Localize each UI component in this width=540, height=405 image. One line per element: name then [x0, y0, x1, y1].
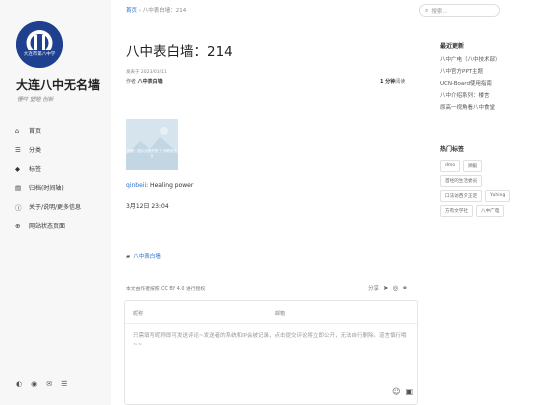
sidebar-item-label: 首页: [29, 128, 42, 135]
recent-update-link[interactable]: 八中介绍系列：楼言: [440, 90, 540, 102]
popular-tags-list: dmo 顾毅首经的生活委员 口法访西夕正足 Yuhing 方有文学社 八中广电: [440, 160, 525, 217]
tag-chip[interactable]: Yuhing: [485, 190, 511, 202]
search-box[interactable]: ⌕ 搜索...: [419, 4, 500, 17]
site-subtitle: 懂哼 望睦 创新: [17, 97, 54, 103]
sidebar-nav: ⌂ 首页 ☰ 分类 ◆ 标签 ▤ 归档(时间轴) ⓘ 关于/说明/更多信息 ⊕ 网站状态页面: [15, 121, 107, 235]
site-title[interactable]: 大连八中无名墙: [16, 76, 100, 93]
emoji-icon[interactable]: ☺: [392, 387, 400, 396]
sidebar-item-5[interactable]: ⊕ 网站状态页面: [15, 216, 107, 235]
email-field[interactable]: 邮箱: [275, 310, 285, 317]
archive-icon: ▤: [15, 183, 22, 192]
license-note: 本文由作者按照 CC BY 4.0 进行授权: [126, 287, 206, 292]
sidebar-item-label: 网站状态页面: [29, 223, 66, 230]
share-label: 分享: [368, 286, 380, 292]
search-icon: ⌕: [425, 6, 429, 14]
breadcrumb-separator: ›: [138, 8, 141, 14]
broken-image-icon: [126, 119, 178, 170]
post-published: 发表于 2023/03/11: [126, 70, 167, 75]
tag-chip[interactable]: 首经的生活委员: [440, 175, 483, 187]
post-body-author: qinbeii: Healing power: [126, 182, 193, 189]
home-icon: ⌂: [15, 126, 20, 135]
email-icon[interactable]: ✉: [46, 380, 52, 388]
weibo-icon[interactable]: ◎: [392, 284, 398, 292]
sidebar-item-label: 关于/说明/更多信息: [29, 204, 82, 211]
globe-icon: ⊕: [15, 221, 21, 230]
list-icon: ☰: [15, 145, 21, 154]
author-message: : Healing power: [146, 182, 194, 189]
telegram-icon[interactable]: ➤: [383, 284, 388, 292]
tag-chip[interactable]: 方有文学社: [440, 205, 473, 217]
recent-updates-list: 八中广电（八中技术部） 八中官方PPT主题 UCN-Board使用指南 八中介绍系列：…: [440, 54, 540, 114]
post-image-placeholder[interactable]: 抱歉！图片加载失败了 请联系站长: [126, 119, 178, 170]
author-link[interactable]: qinbeii: [126, 182, 146, 189]
recent-updates-title: 最近更新: [440, 43, 465, 50]
share-bar: 分享 ➤ ◎ ⚭: [368, 284, 408, 292]
post-title: 八中表白墙：214: [126, 44, 233, 60]
sidebar-footer: ◐ ◉ ✉ ☰: [16, 380, 67, 388]
tag-chip[interactable]: 顾毅: [463, 160, 483, 172]
recent-update-link[interactable]: 八中广电（八中技术部）: [440, 54, 540, 66]
author-label: 作者: [126, 79, 137, 85]
popular-tags-title: 热门标签: [440, 146, 465, 153]
theme-toggle-icon[interactable]: ◐: [16, 380, 22, 388]
post-category: ▰ 八中表白墙: [126, 252, 161, 260]
sidebar-item-label: 归档(时间轴): [29, 185, 64, 192]
sidebar-item-2[interactable]: ◆ 标签: [15, 159, 107, 178]
info-icon: ⓘ: [15, 203, 22, 212]
comment-tools: ☺ ▣: [392, 387, 413, 396]
recent-update-link[interactable]: 八中官方PPT主题: [440, 66, 540, 78]
rss-icon[interactable]: ☰: [61, 380, 67, 388]
folder-icon: ▰: [126, 254, 131, 260]
post-author-meta: 作者 八中表白墙: [126, 78, 163, 85]
sidebar-item-label: 标签: [29, 166, 42, 173]
tag-chip[interactable]: 口法访西夕正足: [440, 190, 483, 202]
sidebar-item-label: 分类: [29, 147, 42, 154]
read-time: 1 分钟阅读: [380, 78, 405, 85]
github-icon[interactable]: ◉: [31, 380, 37, 388]
author-name[interactable]: 八中表白墙: [138, 79, 163, 85]
read-time-value: 1 分钟: [380, 79, 396, 85]
breadcrumb-home[interactable]: 首页: [126, 8, 137, 14]
post-body-date: 3月12日 23:04: [126, 203, 169, 210]
tag-chip[interactable]: 八中广电: [475, 205, 505, 217]
image-upload-icon[interactable]: ▣: [405, 387, 413, 396]
tag-icon: ◆: [15, 164, 20, 173]
comment-divider: [125, 323, 417, 324]
read-time-suffix: 阅读: [395, 79, 406, 85]
sidebar-item-3[interactable]: ▤ 归档(时间轴): [15, 178, 107, 197]
nickname-field[interactable]: 昵称: [133, 310, 143, 317]
comment-box: 昵称 邮箱 只需填写昵称即可发送评论~发送者的系统和IP会被记录，点击提交评论将…: [124, 300, 418, 405]
logo-emblem-icon: 大连市第八中学: [16, 21, 63, 68]
breadcrumb-current: 八中表白墙：214: [142, 8, 187, 14]
category-link[interactable]: 八中表白墙: [133, 254, 161, 260]
comment-textarea[interactable]: 只需填写昵称即可发送评论~发送者的系统和IP会被记录，点击提交评论将立即公开，无…: [133, 332, 413, 350]
logo-text: 大连市第八中学: [24, 50, 56, 57]
image-caption: 抱歉！图片加载失败了 请联系站长: [126, 149, 178, 158]
recent-update-link[interactable]: 原高一视角看八中食堂: [440, 102, 540, 114]
recent-update-link[interactable]: UCN-Board使用指南: [440, 78, 540, 90]
sidebar-item-4[interactable]: ⓘ 关于/说明/更多信息: [15, 197, 107, 216]
sidebar-item-1[interactable]: ☰ 分类: [15, 140, 107, 159]
link-icon[interactable]: ⚭: [402, 284, 407, 292]
sidebar: 大连市第八中学 大连八中无名墙 懂哼 望睦 创新 ⌂ 首页 ☰ 分类 ◆ 标签 ▤ 归档(时间…: [0, 0, 111, 405]
site-logo[interactable]: 大连市第八中学: [16, 21, 63, 68]
search-input[interactable]: 搜索...: [431, 7, 447, 15]
tag-chip[interactable]: dmo: [440, 160, 461, 172]
sidebar-item-0[interactable]: ⌂ 首页: [15, 121, 107, 140]
breadcrumb: 首页 › 八中表白墙：214: [126, 6, 186, 14]
